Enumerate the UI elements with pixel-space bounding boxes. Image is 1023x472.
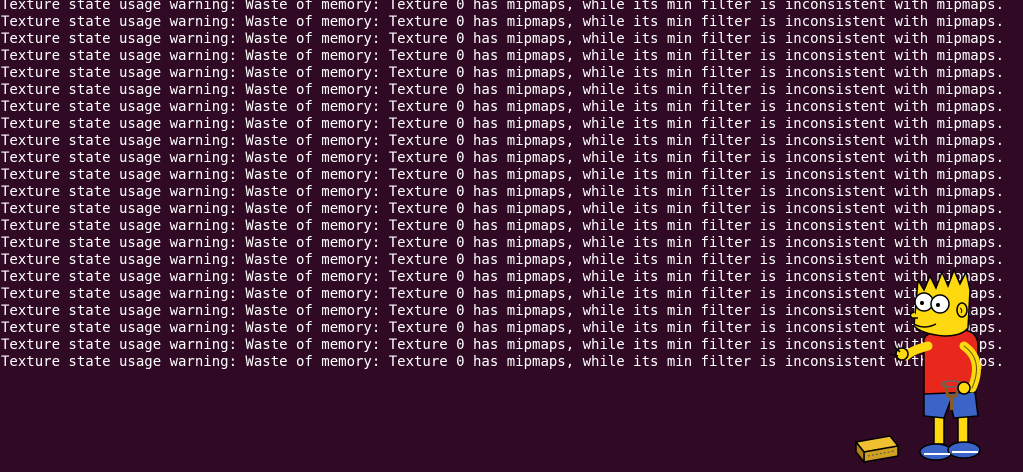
terminal-line: Texture state usage warning: Waste of me… [1, 31, 1005, 47]
terminal-line: Texture state usage warning: Waste of me… [1, 133, 1005, 149]
terminal-line: Texture state usage warning: Waste of me… [1, 184, 1005, 200]
terminal-line: Texture state usage warning: Waste of me… [1, 48, 1005, 64]
terminal-line: Texture state usage warning: Waste of me… [1, 14, 1005, 30]
terminal-line: Texture state usage warning: Waste of me… [1, 65, 1005, 81]
terminal-line: Texture state usage warning: Waste of me… [1, 201, 1005, 217]
terminal-line: Texture state usage warning: Waste of me… [1, 116, 1005, 132]
terminal-line: Texture state usage warning: Waste of me… [1, 167, 1005, 183]
terminal-line: Texture state usage warning: Waste of me… [1, 218, 1005, 234]
terminal-line: Texture state usage warning: Waste of me… [1, 0, 1005, 13]
terminal-line: Texture state usage warning: Waste of me… [1, 99, 1005, 115]
terminal-window[interactable]: Texture state usage warning: Waste of me… [0, 0, 1023, 472]
box-icon [854, 435, 900, 465]
terminal-line: Texture state usage warning: Waste of me… [1, 82, 1005, 98]
terminal-line: Texture state usage warning: Waste of me… [1, 150, 1005, 166]
bart-simpson-with-slingshot-icon [854, 267, 981, 465]
